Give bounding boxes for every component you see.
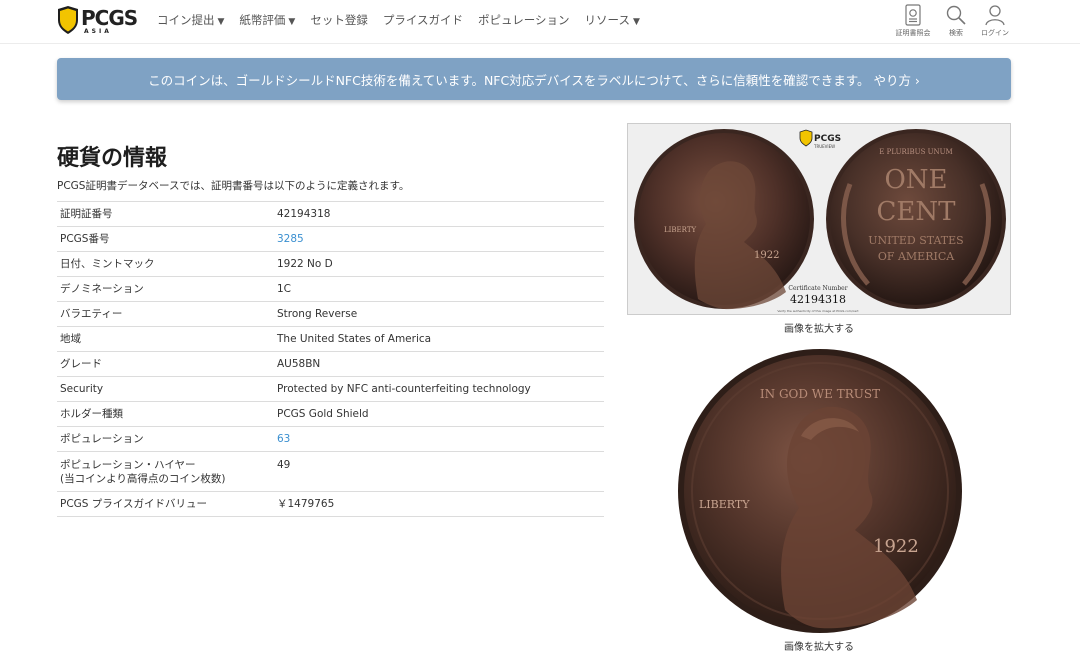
enlarge-image-link[interactable]: 画像を拡大する xyxy=(627,320,1011,335)
logo-subtext: ASIA xyxy=(84,28,112,35)
caret-down-icon: ▼ xyxy=(217,17,225,27)
main-nav: コイン提出 ▼ 紙幣評価 ▼ セット登録 プライスガイド ポピュレーション リソース… xyxy=(157,12,655,28)
slab-cent-text: CENT xyxy=(877,197,957,227)
row-value: 49 xyxy=(277,459,291,471)
row-label: ホルダー種類 xyxy=(60,408,123,420)
slab-date-text: 1922 xyxy=(754,250,779,261)
row-label: PCGS プライスガイドバリュー xyxy=(60,498,207,510)
slab-motto-text: E PLURIBUS UNUM xyxy=(879,148,952,156)
table-row: ポピュレーション・ハイヤー (当コインより高得点のコイン枚数) 49 xyxy=(57,452,604,492)
table-row: 日付、ミントマック 1922 No D xyxy=(57,252,604,277)
nav-price-guide[interactable]: プライスガイド xyxy=(383,12,463,28)
row-label-line1: ポピュレーション・ハイヤー xyxy=(60,459,196,471)
nav-resources[interactable]: リソース ▼ xyxy=(585,12,640,28)
nav-set-registry[interactable]: セット登録 xyxy=(310,12,368,28)
slab-brand-text: PCGS xyxy=(814,134,841,144)
obverse-coin-image[interactable]: IN GOD WE TRUST LIBERTY 1922 xyxy=(677,348,963,634)
certificate-icon xyxy=(905,4,921,26)
population-link[interactable]: 63 xyxy=(277,433,290,445)
row-label: デノミネーション xyxy=(60,283,144,295)
login-button[interactable]: ログイン xyxy=(973,4,1017,38)
caret-down-icon: ▼ xyxy=(288,17,296,27)
row-label: 日付、ミントマック xyxy=(60,258,155,270)
obverse-coin-graphic: IN GOD WE TRUST LIBERTY 1922 xyxy=(678,349,962,633)
nav-population[interactable]: ポピュレーション xyxy=(478,12,570,28)
slab-cert-number: 42194318 xyxy=(790,293,846,306)
table-row: バラエティー Strong Reverse xyxy=(57,302,604,327)
nfc-banner[interactable]: このコインは、ゴールドシールドNFC技術を備えています。NFC対応デバイスをラベ… xyxy=(57,58,1011,100)
search-icon xyxy=(946,5,966,25)
slab-one-text: ONE xyxy=(884,165,947,195)
page-title: 硬貨の情報 xyxy=(57,146,168,171)
row-label-line2: (当コインより高得点のコイン枚数) xyxy=(60,473,226,485)
table-row: 証明証番号 42194318 xyxy=(57,202,604,227)
slab-trueview-text: TRUEVIEW xyxy=(813,144,835,149)
coin-info-table: 証明証番号 42194318 PCGS番号 3285 日付、ミントマック 192… xyxy=(57,201,604,517)
row-value: Protected by NFC anti-counterfeiting tec… xyxy=(277,383,531,395)
login-label: ログイン xyxy=(981,29,1009,37)
table-row: ホルダー種類 PCGS Gold Shield xyxy=(57,402,604,427)
row-label: 証明証番号 xyxy=(60,208,113,220)
row-label: Security xyxy=(60,383,104,395)
shield-logo-icon xyxy=(58,6,78,34)
row-label: バラエティー xyxy=(60,308,123,320)
enlarge-image-link-2[interactable]: 画像を拡大する xyxy=(627,638,1011,653)
table-row: ポピュレーション 63 xyxy=(57,427,604,452)
table-row: 地域 The United States of America xyxy=(57,327,604,352)
nfc-banner-text: このコインは、ゴールドシールドNFC技術を備えています。NFC対応デバイスをラベ… xyxy=(148,72,920,88)
slab-liberty-text: LIBERTY xyxy=(664,226,696,234)
cert-lookup-button[interactable]: 証明書照会 xyxy=(891,4,935,38)
row-label: グレード xyxy=(60,358,102,370)
row-value: 42194318 xyxy=(277,208,331,220)
caret-down-icon: ▼ xyxy=(632,17,640,27)
row-value: 1922 No D xyxy=(277,258,333,270)
table-row: Security Protected by NFC anti-counterfe… xyxy=(57,377,604,402)
slab-usa1-text: UNITED STATES xyxy=(868,234,963,247)
slab-verify-text: Verify the authenticity of this image at… xyxy=(777,309,859,313)
coin-date-text: 1922 xyxy=(873,536,919,557)
slab-image[interactable]: LIBERTY 1922 E PLURIBUS UNUM ONE CENT UN… xyxy=(627,123,1011,315)
coin-motto-text: IN GOD WE TRUST xyxy=(760,387,880,401)
row-value: AU58BN xyxy=(277,358,321,370)
page-description: PCGS証明書データベースでは、証明書番号は以下のように定義されます。 xyxy=(57,180,410,192)
cert-lookup-label: 証明書照会 xyxy=(895,29,931,37)
row-label: ポピュレーション・ハイヤー (当コインより高得点のコイン枚数) xyxy=(57,458,277,486)
slab-cert-label: Certificate Number xyxy=(788,285,847,292)
search-label: 検索 xyxy=(949,29,963,37)
nav-coin-submission[interactable]: コイン提出 ▼ xyxy=(157,12,224,28)
table-row: PCGS番号 3285 xyxy=(57,227,604,252)
table-row: デノミネーション 1C xyxy=(57,277,604,302)
nav-banknote-grading[interactable]: 紙幣評価 ▼ xyxy=(239,12,295,28)
pcgs-asia-logo[interactable]: PCGS ASIA xyxy=(57,5,138,37)
user-icon xyxy=(985,5,1005,26)
table-row: PCGS プライスガイドバリュー ￥1479765 xyxy=(57,492,604,517)
site-header: PCGS ASIA コイン提出 ▼ 紙幣評価 ▼ セット登録 プライスガイド ポピュ… xyxy=(0,0,1080,44)
row-value: PCGS Gold Shield xyxy=(277,408,369,420)
pcgs-number-link[interactable]: 3285 xyxy=(277,233,304,245)
row-label: 地域 xyxy=(60,333,81,345)
row-value: The United States of America xyxy=(277,333,432,345)
coin-liberty-text: LIBERTY xyxy=(699,498,750,511)
slab-image-graphic: LIBERTY 1922 E PLURIBUS UNUM ONE CENT UN… xyxy=(628,124,1010,314)
row-value: ￥1479765 xyxy=(277,498,335,510)
row-label: PCGS番号 xyxy=(60,233,110,245)
search-button[interactable]: 検索 xyxy=(934,4,978,38)
slab-usa2-text: OF AMERICA xyxy=(878,250,955,263)
row-label: ポピュレーション xyxy=(60,433,144,445)
row-value: 1C xyxy=(277,283,292,295)
table-row: グレード AU58BN xyxy=(57,352,604,377)
logo-text: PCGS xyxy=(81,6,138,30)
row-value: Strong Reverse xyxy=(277,308,358,320)
